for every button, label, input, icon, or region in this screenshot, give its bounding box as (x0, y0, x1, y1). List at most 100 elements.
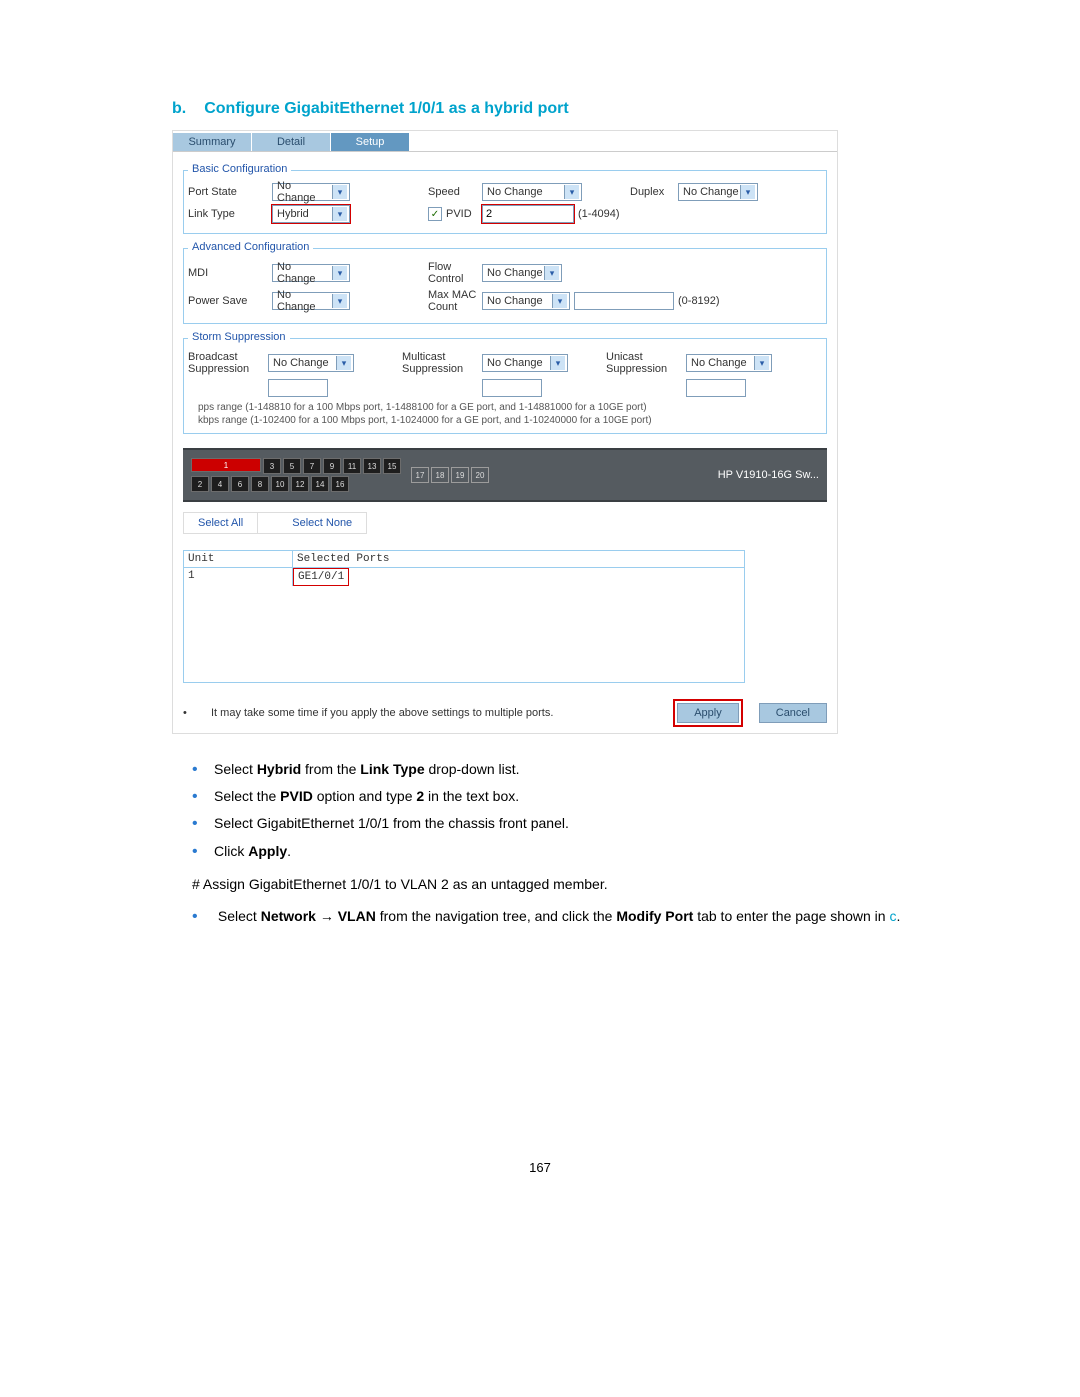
chevron-down-icon: ▾ (564, 185, 579, 199)
unicast-label: Unicast Suppression (606, 351, 682, 375)
broadcast-value: No Change (273, 357, 329, 369)
mdi-value: No Change (277, 261, 332, 285)
port-10[interactable]: 10 (271, 476, 289, 492)
chevron-down-icon: ▾ (336, 356, 351, 370)
section-marker: b. (172, 100, 186, 118)
pvid-label: PVID (446, 208, 478, 220)
chevron-down-icon: ▾ (550, 356, 565, 370)
select-all-button[interactable]: Select All (184, 513, 258, 533)
mdi-select[interactable]: No Change ▾ (272, 264, 350, 282)
pvid-input[interactable] (482, 205, 574, 223)
port-2[interactable]: 2 (191, 476, 209, 492)
maxmac-value: No Change (487, 295, 543, 307)
page-number: 167 (0, 1160, 1080, 1175)
cell-selected-port: GE1/0/1 (293, 568, 349, 586)
mdi-label: MDI (188, 267, 268, 279)
chevron-down-icon: ▾ (754, 356, 769, 370)
cell-unit: 1 (184, 568, 293, 586)
port-20[interactable]: 20 (471, 467, 489, 483)
port-state-select[interactable]: No Change ▾ (272, 183, 350, 201)
power-value: No Change (277, 289, 332, 313)
port-9[interactable]: 9 (323, 458, 341, 474)
chevron-down-icon: ▾ (740, 185, 755, 199)
col-unit: Unit (184, 551, 293, 567)
max-mac-label: Max MAC Count (428, 289, 478, 313)
chassis-front-panel: 13579111315 246810121416 17181920 HP V19… (183, 448, 827, 502)
broadcast-input[interactable] (268, 379, 328, 397)
link-type-value: Hybrid (277, 208, 309, 220)
setup-panel: Summary Detail Setup Basic Configuration… (172, 130, 838, 734)
cancel-button[interactable]: Cancel (759, 703, 827, 723)
pvid-range: (1-4094) (578, 208, 620, 220)
port-7[interactable]: 7 (303, 458, 321, 474)
port-11[interactable]: 11 (343, 458, 361, 474)
link-type-select[interactable]: Hybrid ▾ (272, 205, 350, 223)
advanced-config-fieldset: Advanced Configuration MDI No Change ▾ F… (183, 248, 827, 324)
multicast-select[interactable]: No Change ▾ (482, 354, 568, 372)
port-4[interactable]: 4 (211, 476, 229, 492)
advanced-legend: Advanced Configuration (188, 241, 313, 253)
tab-summary[interactable]: Summary (173, 133, 252, 151)
speed-value: No Change (487, 186, 543, 198)
port-5[interactable]: 5 (283, 458, 301, 474)
unicast-select[interactable]: No Change ▾ (686, 354, 772, 372)
power-save-label: Power Save (188, 295, 268, 307)
basic-legend: Basic Configuration (188, 163, 291, 175)
duplex-label: Duplex (630, 186, 674, 198)
power-save-select[interactable]: No Change ▾ (272, 292, 350, 310)
pvid-checkbox[interactable]: ✓ (428, 207, 442, 221)
section-title: Configure GigabitEthernet 1/0/1 as a hyb… (204, 100, 569, 118)
port-17[interactable]: 17 (411, 467, 429, 483)
port-3[interactable]: 3 (263, 458, 281, 474)
multicast-label: Multicast Suppression (402, 351, 478, 375)
port-1[interactable]: 1 (191, 458, 261, 472)
storm-suppression-fieldset: Storm Suppression Broadcast Suppression … (183, 338, 827, 434)
select-none-button[interactable]: Select None (278, 513, 366, 533)
chevron-down-icon: ▾ (332, 266, 347, 280)
duplex-value: No Change (683, 186, 739, 198)
storm-note-pps: pps range (1-148810 for a 100 Mbps port,… (198, 401, 822, 414)
selected-ports-table: Unit Selected Ports 1 GE1/0/1 (183, 550, 745, 683)
chevron-down-icon: ▾ (332, 207, 347, 221)
apply-button[interactable]: Apply (677, 703, 739, 723)
port-19[interactable]: 19 (451, 467, 469, 483)
port-13[interactable]: 13 (363, 458, 381, 474)
link-type-label: Link Type (188, 208, 268, 220)
broadcast-select[interactable]: No Change ▾ (268, 354, 354, 372)
port-state-label: Port State (188, 186, 268, 198)
port-16[interactable]: 16 (331, 476, 349, 492)
chevron-down-icon: ▾ (332, 185, 347, 199)
multicast-input[interactable] (482, 379, 542, 397)
chevron-down-icon: ▾ (552, 294, 567, 308)
unicast-input[interactable] (686, 379, 746, 397)
port-8[interactable]: 8 (251, 476, 269, 492)
unicast-value: No Change (691, 357, 747, 369)
port-15[interactable]: 15 (383, 458, 401, 474)
max-mac-select[interactable]: No Change ▾ (482, 292, 570, 310)
duplex-select[interactable]: No Change ▾ (678, 183, 758, 201)
max-mac-range: (0-8192) (678, 295, 720, 307)
flow-value: No Change (487, 267, 543, 279)
col-selected: Selected Ports (293, 551, 393, 567)
tab-detail[interactable]: Detail (252, 133, 331, 151)
storm-note-kbps: kbps range (1-102400 for a 100 Mbps port… (198, 414, 822, 427)
basic-config-fieldset: Basic Configuration Port State No Change… (183, 170, 827, 234)
flow-control-label: Flow Control (428, 261, 478, 285)
port-state-value: No Change (277, 180, 332, 204)
flow-control-select[interactable]: No Change ▾ (482, 264, 562, 282)
port-6[interactable]: 6 (231, 476, 249, 492)
storm-legend: Storm Suppression (188, 331, 290, 343)
port-14[interactable]: 14 (311, 476, 329, 492)
port-18[interactable]: 18 (431, 467, 449, 483)
tab-setup[interactable]: Setup (331, 133, 410, 151)
max-mac-input[interactable] (574, 292, 674, 310)
instruction-text: Select Hybrid from the Link Type drop-do… (172, 756, 992, 930)
speed-select[interactable]: No Change ▾ (482, 183, 582, 201)
speed-label: Speed (428, 186, 478, 198)
multicast-value: No Change (487, 357, 543, 369)
broadcast-label: Broadcast Suppression (188, 351, 264, 375)
apply-note: It may take some time if you apply the a… (211, 707, 657, 719)
chevron-down-icon: ▾ (544, 266, 559, 280)
port-12[interactable]: 12 (291, 476, 309, 492)
chevron-down-icon: ▾ (332, 294, 347, 308)
